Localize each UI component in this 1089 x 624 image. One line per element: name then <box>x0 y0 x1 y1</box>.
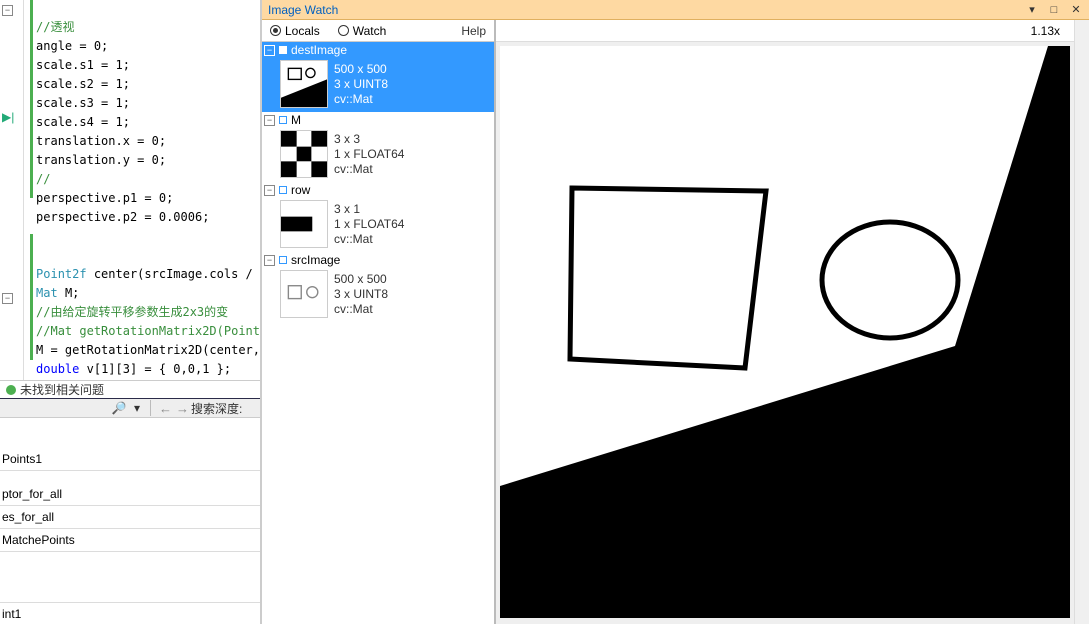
code-line: perspective.p1 = 0; <box>36 191 173 205</box>
watch-label: Watch <box>353 24 387 38</box>
vertical-scrollbar[interactable] <box>1074 20 1089 624</box>
zoom-level: 1.13x <box>1031 24 1060 38</box>
variable-class: cv::Mat <box>334 232 404 247</box>
locals-radio[interactable] <box>270 25 281 36</box>
collapse-icon[interactable]: − <box>264 45 275 56</box>
locals-label: Locals <box>285 24 320 38</box>
thumbnail <box>280 200 328 248</box>
watch-radio[interactable] <box>338 25 349 36</box>
list-header: Locals Watch Help <box>262 20 494 42</box>
variable-item-destimage[interactable]: − destImage 500 x 500 3 x <box>262 42 494 112</box>
editor-panel: − ▶| − //透视 angle = 0; scale.s1 = 1; sca… <box>0 0 260 624</box>
window-menu-icon[interactable]: ▾ <box>1021 2 1043 18</box>
maximize-icon[interactable]: □ <box>1043 2 1065 18</box>
window-title: Image Watch <box>268 3 1021 17</box>
code-line: scale.s4 = 1; <box>36 115 130 129</box>
result-row[interactable]: MatchePoints <box>0 529 260 552</box>
type-badge-icon <box>279 256 287 264</box>
code-line: M = getRotationMatrix2D(center, <box>36 343 260 357</box>
type-badge-icon <box>279 46 287 54</box>
variable-name: M <box>291 113 301 127</box>
variable-list-pane: Locals Watch Help − destImage <box>262 20 496 624</box>
variable-name: srcImage <box>291 253 340 267</box>
code-line: scale.s2 = 1; <box>36 77 130 91</box>
help-link[interactable]: Help <box>461 24 486 38</box>
variable-class: cv::Mat <box>334 92 388 107</box>
code-line: angle = 0; <box>36 39 108 53</box>
variable-name: row <box>291 183 310 197</box>
watch-body: Locals Watch Help − destImage <box>262 20 1089 624</box>
code-line: translation.x = 0; <box>36 134 166 148</box>
change-bar <box>30 234 33 360</box>
title-bar[interactable]: Image Watch ▾ □ ✕ <box>262 0 1089 20</box>
search-depth-label: 搜索深度: <box>191 400 242 417</box>
editor-gutter: − ▶| − <box>0 0 24 380</box>
search-dropdown-icon[interactable]: ▾ <box>134 401 140 415</box>
thumbnail <box>280 60 328 108</box>
fold-toggle[interactable]: − <box>2 2 13 16</box>
variable-item-srcimage[interactable]: − srcImage 500 x 500 3 x UINT8 <box>262 252 494 322</box>
variable-type: 1 x FLOAT64 <box>334 147 404 162</box>
code-line: scale.s3 = 1; <box>36 96 130 110</box>
variable-dim: 3 x 3 <box>334 132 404 147</box>
nav-back-button[interactable]: ← <box>157 401 174 416</box>
variable-type: 1 x FLOAT64 <box>334 217 404 232</box>
result-row[interactable]: ptor_for_all <box>0 483 260 506</box>
code-line: Point2f center(srcImage.cols / <box>36 267 260 281</box>
variable-name: destImage <box>291 43 347 57</box>
code-editor[interactable]: − ▶| − //透视 angle = 0; scale.s1 = 1; sca… <box>0 0 260 380</box>
results-header[interactable]: Points1 <box>0 448 260 471</box>
result-row[interactable]: es_for_all <box>0 506 260 529</box>
status-ok-icon <box>6 385 16 395</box>
variable-class: cv::Mat <box>334 302 388 317</box>
change-bar <box>30 0 33 198</box>
type-badge-icon <box>279 116 287 124</box>
code-line: //Mat getRotationMatrix2D(Point <box>36 324 260 338</box>
search-toolbar: 🔎 ▾ ← → 搜索深度: <box>0 399 260 417</box>
collapse-icon[interactable]: − <box>264 255 275 266</box>
variable-class: cv::Mat <box>334 162 404 177</box>
variable-type: 3 x UINT8 <box>334 77 388 92</box>
thumbnail <box>280 130 328 178</box>
image-viewer: 1.13x <box>496 20 1074 624</box>
results-panel: Points1 ptor_for_all es_for_all MatchePo… <box>0 417 260 624</box>
nav-forward-button[interactable]: → <box>174 401 191 416</box>
code-line: scale.s1 = 1; <box>36 58 130 72</box>
image-canvas[interactable] <box>496 42 1074 624</box>
collapse-icon[interactable]: − <box>264 185 275 196</box>
separator <box>150 400 151 416</box>
result-row[interactable]: int1 <box>0 602 260 624</box>
collapse-icon[interactable]: − <box>264 115 275 126</box>
close-icon[interactable]: ✕ <box>1065 2 1087 18</box>
variable-item-m[interactable]: − M 3 x 3 <box>262 112 494 182</box>
code-line: translation.y = 0; <box>36 153 166 167</box>
search-icon[interactable]: 🔎 <box>110 399 128 417</box>
thumbnail <box>280 270 328 318</box>
variable-dim: 500 x 500 <box>334 62 388 77</box>
code-line: // <box>36 172 50 186</box>
preview-image <box>500 46 1070 618</box>
breakpoint-indicator[interactable]: ▶| <box>2 110 14 124</box>
code-line: //透视 <box>36 20 74 34</box>
code-line: Mat M; <box>36 286 79 300</box>
variable-type: 3 x UINT8 <box>334 287 388 302</box>
type-badge-icon <box>279 186 287 194</box>
variable-dim: 3 x 1 <box>334 202 404 217</box>
code-line: double v[1][3] = { 0,0,1 }; <box>36 362 231 376</box>
code-line: perspective.p2 = 0.0006; <box>36 210 209 224</box>
code-content[interactable]: //透视 angle = 0; scale.s1 = 1; scale.s2 =… <box>24 0 260 380</box>
code-line: //由给定旋转平移参数生成2x3的变 <box>36 305 228 319</box>
fold-toggle[interactable]: − <box>2 290 13 304</box>
variable-dim: 500 x 500 <box>334 272 388 287</box>
variable-item-row[interactable]: − row 3 x 1 1 x FLOAT64 cv::Mat <box>262 182 494 252</box>
zoom-bar: 1.13x <box>496 20 1074 42</box>
variable-list: − destImage 500 x 500 3 x <box>262 42 494 624</box>
image-watch-panel: Image Watch ▾ □ ✕ Locals Watch Help − de <box>260 0 1089 624</box>
